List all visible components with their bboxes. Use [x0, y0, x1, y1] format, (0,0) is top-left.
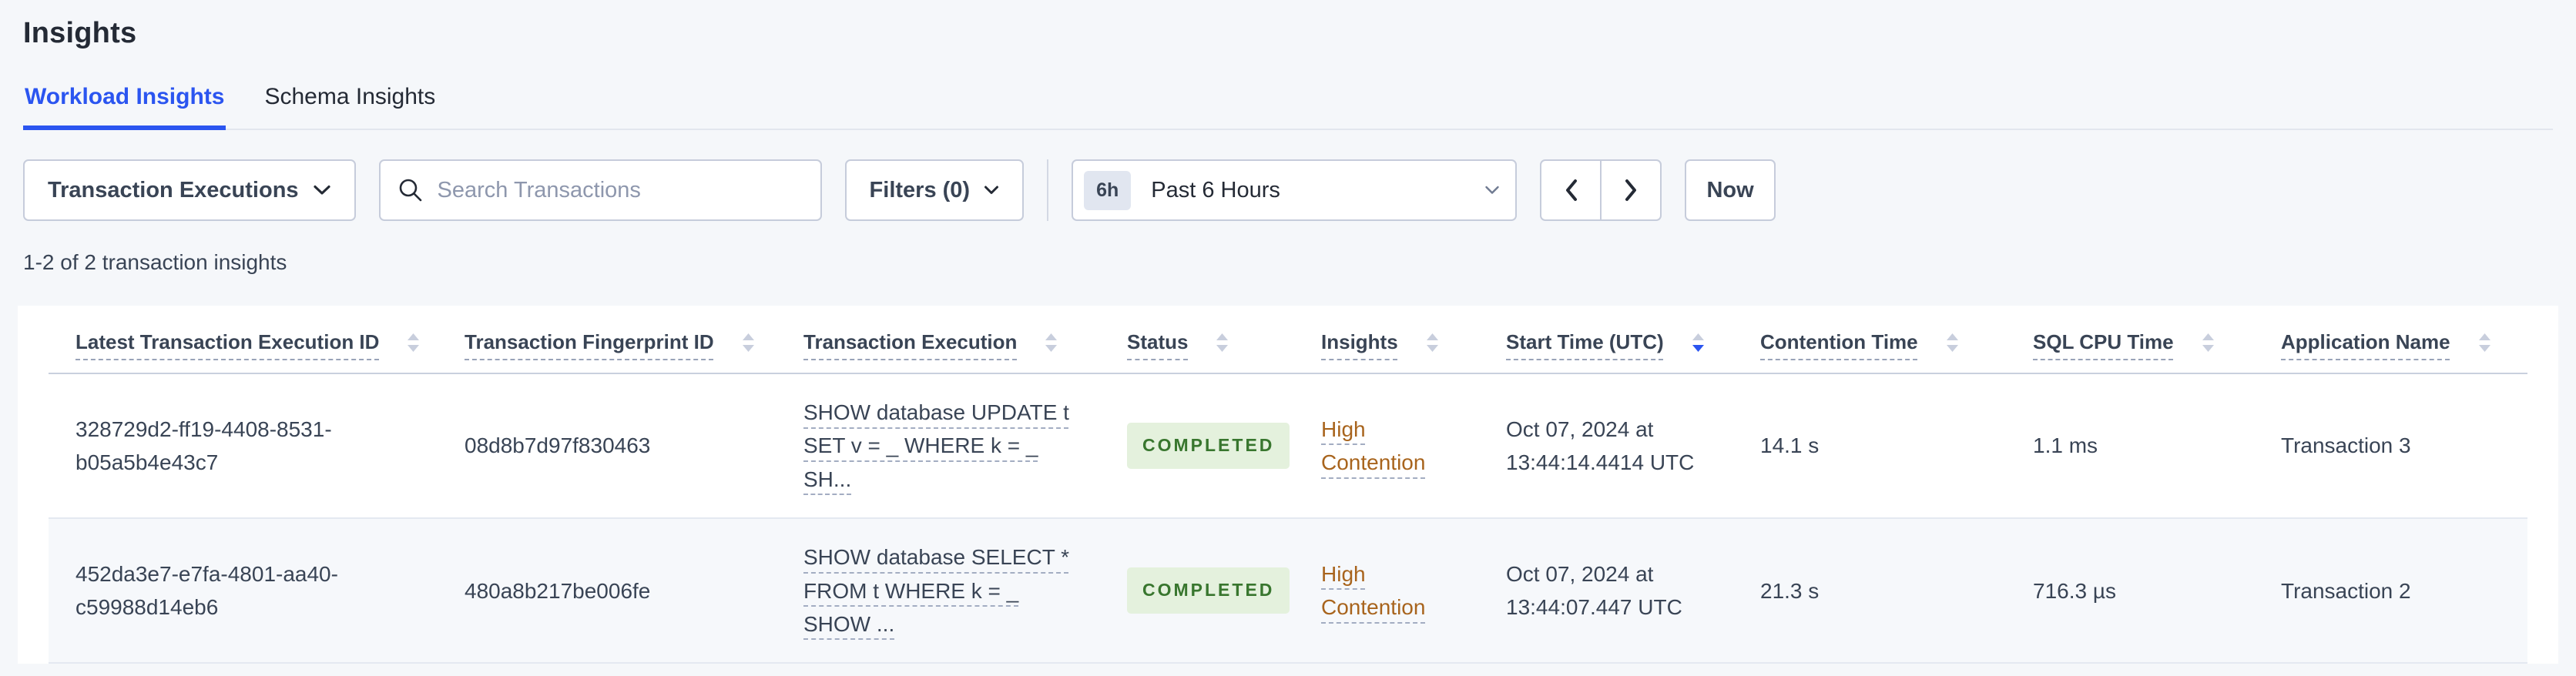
- cell-start-time: Oct 07, 2024 at 13:44:14.4414 UTC: [1506, 373, 1760, 520]
- time-range-picker[interactable]: 6h Past 6 Hours: [1072, 159, 1518, 221]
- search-box[interactable]: [378, 159, 822, 221]
- toolbar-divider: [1047, 159, 1049, 221]
- transaction-type-label: Transaction Executions: [48, 177, 299, 202]
- status-badge: COMPLETED: [1127, 567, 1290, 614]
- cell-contention-time: 14.1 s: [1760, 373, 2033, 520]
- tab-workload-insights[interactable]: Workload Insights: [23, 84, 226, 130]
- insight-link[interactable]: High Contention: [1321, 413, 1454, 480]
- table-row: 328729d2-ff19-4408-8531-b05a5b4e43c7 08d…: [49, 373, 2527, 520]
- column-header-transaction-fingerprint-id[interactable]: Transaction Fingerprint ID: [465, 306, 803, 374]
- search-icon: [399, 179, 421, 202]
- column-header-contention-time[interactable]: Contention Time: [1760, 306, 2033, 374]
- toolbar: Transaction Executions Filters (0) 6h Pa…: [23, 159, 2553, 221]
- cell-start-time: Oct 07, 2024 at 13:44:07.447 UTC: [1506, 518, 1760, 664]
- chevron-down-icon: [984, 186, 999, 194]
- cell-insights: High Contention: [1321, 373, 1506, 520]
- insight-link[interactable]: High Contention: [1321, 557, 1454, 624]
- sort-desc-icon: [1692, 333, 1704, 352]
- time-range-pager: [1540, 159, 1662, 221]
- column-header-latest-transaction-execution-id[interactable]: Latest Transaction Execution ID: [49, 306, 465, 374]
- chevron-down-icon: [313, 185, 330, 195]
- sort-icon: [1045, 333, 1058, 352]
- table-row: 452da3e7-e7fa-4801-aa40-c59988d14eb6 480…: [49, 518, 2527, 664]
- table-body: 328729d2-ff19-4408-8531-b05a5b4e43c7 08d…: [49, 373, 2527, 664]
- cell-execution-id: 328729d2-ff19-4408-8531-b05a5b4e43c7: [49, 373, 465, 520]
- sort-icon: [2202, 333, 2214, 352]
- next-time-button[interactable]: [1600, 159, 1662, 221]
- cell-contention-time: 21.3 s: [1760, 518, 2033, 664]
- transaction-execution-link[interactable]: SHOW database UPDATE t SET v = _ WHERE k…: [803, 400, 1069, 491]
- column-header-application-name[interactable]: Application Name: [2281, 306, 2527, 374]
- insights-tab-bar: Workload Insights Schema Insights: [23, 84, 2553, 130]
- column-header-status[interactable]: Status: [1127, 306, 1321, 374]
- column-header-start-time[interactable]: Start Time (UTC): [1506, 306, 1760, 374]
- sort-icon: [1216, 333, 1229, 352]
- time-range-badge: 6h: [1084, 170, 1132, 210]
- chevron-down-icon: [1485, 186, 1499, 194]
- filters-label: Filters (0): [869, 177, 971, 202]
- sort-icon: [1946, 333, 1958, 352]
- cell-status: COMPLETED: [1127, 518, 1321, 664]
- cell-application-name: Transaction 2: [2281, 518, 2527, 664]
- column-header-insights[interactable]: Insights: [1321, 306, 1506, 374]
- results-count: 1-2 of 2 transaction insights: [23, 250, 287, 274]
- prev-time-button[interactable]: [1540, 159, 1602, 221]
- cell-insights: High Contention: [1321, 518, 1506, 664]
- cell-execution-id: 452da3e7-e7fa-4801-aa40-c59988d14eb6: [49, 518, 465, 664]
- table-header: Latest Transaction Execution ID Transact…: [49, 306, 2527, 374]
- chevron-right-icon: [1625, 179, 1636, 201]
- cell-transaction-execution: SHOW database SELECT * FROM t WHERE k = …: [803, 518, 1127, 664]
- sort-icon: [1426, 333, 1438, 352]
- column-header-sql-cpu-time[interactable]: SQL CPU Time: [2033, 306, 2281, 374]
- insights-table-panel: Latest Transaction Execution ID Transact…: [18, 306, 2558, 664]
- transaction-execution-link[interactable]: SHOW database SELECT * FROM t WHERE k = …: [803, 545, 1069, 636]
- insights-table: Latest Transaction Execution ID Transact…: [49, 306, 2527, 664]
- cell-sql-cpu-time: 1.1 ms: [2033, 373, 2281, 520]
- status-badge: COMPLETED: [1127, 423, 1290, 469]
- cell-fingerprint-id: 08d8b7d97f830463: [465, 373, 803, 520]
- sort-icon: [408, 333, 420, 352]
- page-title: Insights: [23, 17, 137, 49]
- search-input[interactable]: [435, 176, 803, 204]
- sort-icon: [742, 333, 754, 352]
- column-header-transaction-execution[interactable]: Transaction Execution: [803, 306, 1127, 374]
- cell-application-name: Transaction 3: [2281, 373, 2527, 520]
- now-button[interactable]: Now: [1685, 159, 1776, 221]
- filters-dropdown[interactable]: Filters (0): [844, 159, 1025, 221]
- time-range-label: Past 6 Hours: [1151, 177, 1280, 202]
- cell-transaction-execution: SHOW database UPDATE t SET v = _ WHERE k…: [803, 373, 1127, 520]
- cell-status: COMPLETED: [1127, 373, 1321, 520]
- cell-fingerprint-id: 480a8b217be006fe: [465, 518, 803, 664]
- tab-schema-insights[interactable]: Schema Insights: [263, 84, 437, 130]
- chevron-left-icon: [1565, 179, 1577, 201]
- cell-sql-cpu-time: 716.3 µs: [2033, 518, 2281, 664]
- sort-icon: [2478, 333, 2490, 352]
- transaction-type-dropdown[interactable]: Transaction Executions: [23, 159, 356, 221]
